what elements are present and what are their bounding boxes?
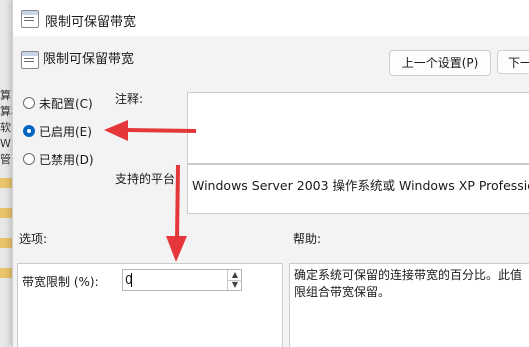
arrow-to-bandwidth [166,164,187,262]
annotation-overlay [104,120,197,262]
arrow-to-enabled [104,120,197,141]
